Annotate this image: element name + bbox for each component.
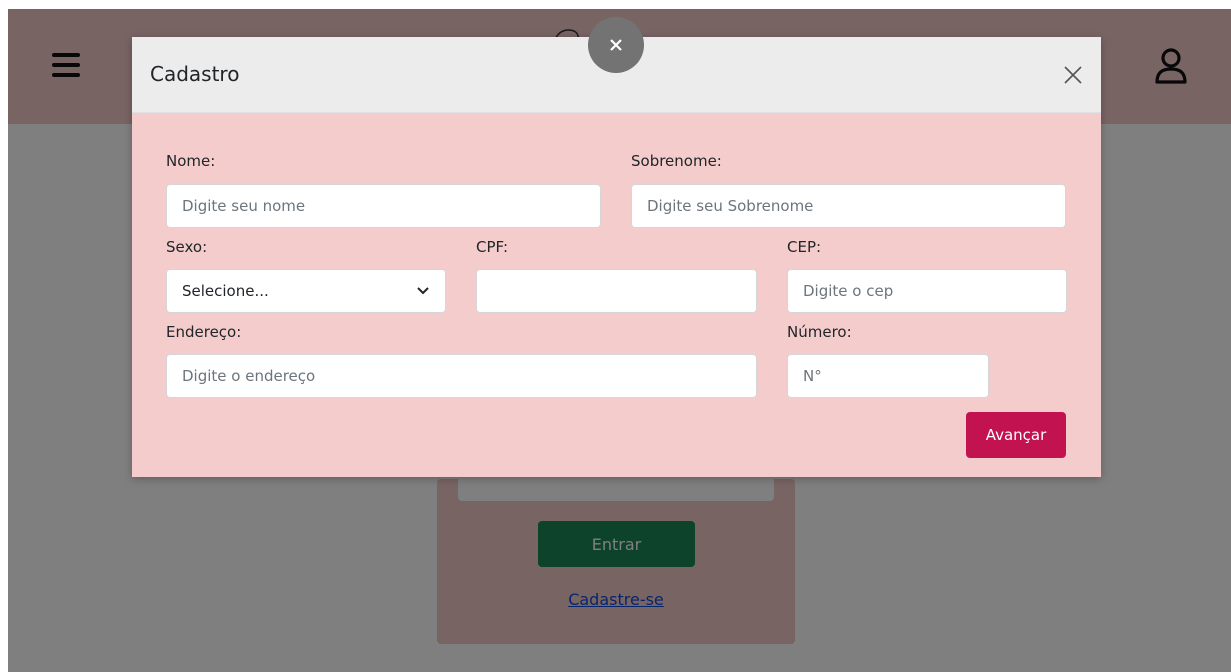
modal-close-button[interactable] — [1059, 61, 1087, 89]
signup-modal: Cadastro Nome: Sobrenome: Sexo: Selecion… — [132, 37, 1101, 477]
advance-button[interactable]: Avançar — [966, 412, 1066, 458]
numero-label: Número: — [787, 323, 852, 341]
page: Entrar Cadastre-se Cadastro Nome: Sobren… — [8, 9, 1231, 672]
sexo-label: Sexo: — [166, 238, 208, 256]
sexo-select[interactable]: Selecione... — [166, 269, 446, 313]
endereco-label: Endereço: — [166, 323, 242, 341]
close-icon — [1064, 66, 1082, 84]
modal-title: Cadastro — [150, 62, 240, 86]
nome-label: Nome: — [166, 152, 216, 170]
sobrenome-input[interactable] — [631, 184, 1066, 228]
close-icon — [610, 39, 622, 51]
cpf-label: CPF: — [476, 238, 509, 256]
overlay-close-button[interactable] — [588, 17, 644, 73]
numero-input[interactable] — [787, 354, 989, 398]
cep-label: CEP: — [787, 238, 822, 256]
cpf-input[interactable] — [476, 269, 757, 313]
sexo-selected-value: Selecione... — [182, 282, 269, 300]
chevron-down-icon — [417, 287, 429, 295]
endereco-input[interactable] — [166, 354, 757, 398]
nome-input[interactable] — [166, 184, 601, 228]
cep-input[interactable] — [787, 269, 1067, 313]
sobrenome-label: Sobrenome: — [631, 152, 722, 170]
